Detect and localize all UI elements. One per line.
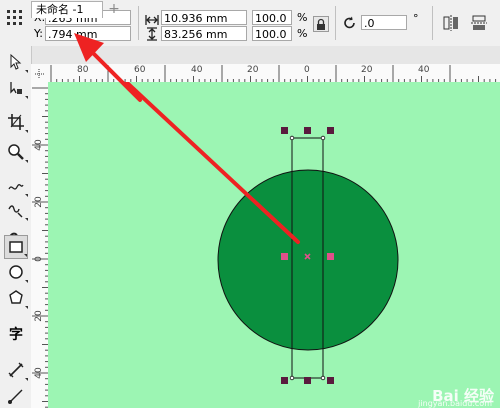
horizontal-ruler-ticks [50,65,497,82]
selection-handle[interactable] [281,377,288,384]
selection-handle[interactable] [281,127,288,134]
selection-handle-middle-left[interactable] [281,253,288,260]
text-tool-icon[interactable]: 字 [4,322,28,346]
y-position-field[interactable]: .794 mm [45,26,131,41]
ruler-h-label: 20 [361,65,373,75]
vertical-ruler[interactable]: 40 20 0 20 40 [31,82,49,408]
freehand-tool-icon[interactable] [4,174,28,198]
scale-x-field[interactable]: 100.0 [252,10,292,25]
tab-document[interactable]: 未命名 -1 [31,1,103,18]
zoom-tool-icon[interactable] [4,140,28,164]
drawing-canvas[interactable] [48,82,500,408]
height-field[interactable]: 83.256 mm [161,26,247,41]
rotate-icon [342,15,358,31]
ruler-h-label: 60 [134,65,146,75]
percent-y-label: % [297,27,308,40]
width-icon [145,11,159,25]
ruler-v-label: 20 [34,196,44,208]
height-icon [146,26,158,41]
text-tool-glyph: 字 [9,327,23,343]
ruler-h-label: 0 [304,65,310,75]
ruler-h-label: 80 [77,65,89,75]
horizontal-ruler[interactable]: 80 60 40 20 0 20 40 [48,64,500,83]
y-label: Y: [34,27,43,40]
rectangle-node[interactable] [289,135,295,141]
percent-x-label: % [297,11,308,24]
toolbox: 字 [0,46,32,408]
ruler-h-label: 40 [191,65,203,75]
polygon-tool-icon[interactable] [4,286,28,310]
selection-handle[interactable] [304,127,311,134]
rectangle-tool-icon[interactable] [4,235,28,259]
dimension-tool-icon[interactable] [4,358,28,382]
selection-handle[interactable] [304,377,311,384]
ruler-h-label: 20 [247,65,259,75]
object-origin-icon[interactable] [5,8,23,26]
rectangle-node[interactable] [320,375,326,381]
degree-label: ° [413,12,419,25]
ruler-h-label: 40 [418,65,430,75]
watermark-url: jingyan.baidu.com [418,399,492,408]
smart-drawing-tool-icon[interactable] [4,198,28,222]
ruler-origin[interactable] [31,64,49,83]
circle-shape[interactable] [217,169,399,351]
ellipse-tool-icon[interactable] [4,260,28,284]
document-tab-bar [0,46,500,65]
selection-handle-middle-right[interactable] [327,253,334,260]
add-tab-button[interactable]: + [105,1,123,17]
scale-y-field[interactable]: 100.0 [252,26,292,41]
mirror-horizontal-icon[interactable] [442,14,460,32]
pick-tool-icon[interactable] [4,50,28,74]
shape-tool-icon[interactable] [4,76,28,100]
mirror-vertical-icon[interactable] [470,14,488,32]
ruler-v-label: 20 [34,310,44,322]
rectangle-node[interactable] [289,375,295,381]
connector-tool-icon[interactable] [4,384,28,408]
selection-handle[interactable] [327,127,334,134]
selection-handle[interactable] [327,377,334,384]
ruler-v-label: 0 [34,256,44,262]
ruler-v-label: 40 [34,139,44,151]
width-field[interactable]: 10.936 mm [161,10,247,25]
rotation-field[interactable]: .0 [361,15,407,30]
vertical-ruler-ticks [32,87,48,408]
crop-tool-icon[interactable] [4,110,28,134]
lock-ratio-icon[interactable] [313,16,329,32]
rectangle-node[interactable] [320,135,326,141]
ruler-v-label: 40 [34,367,44,379]
